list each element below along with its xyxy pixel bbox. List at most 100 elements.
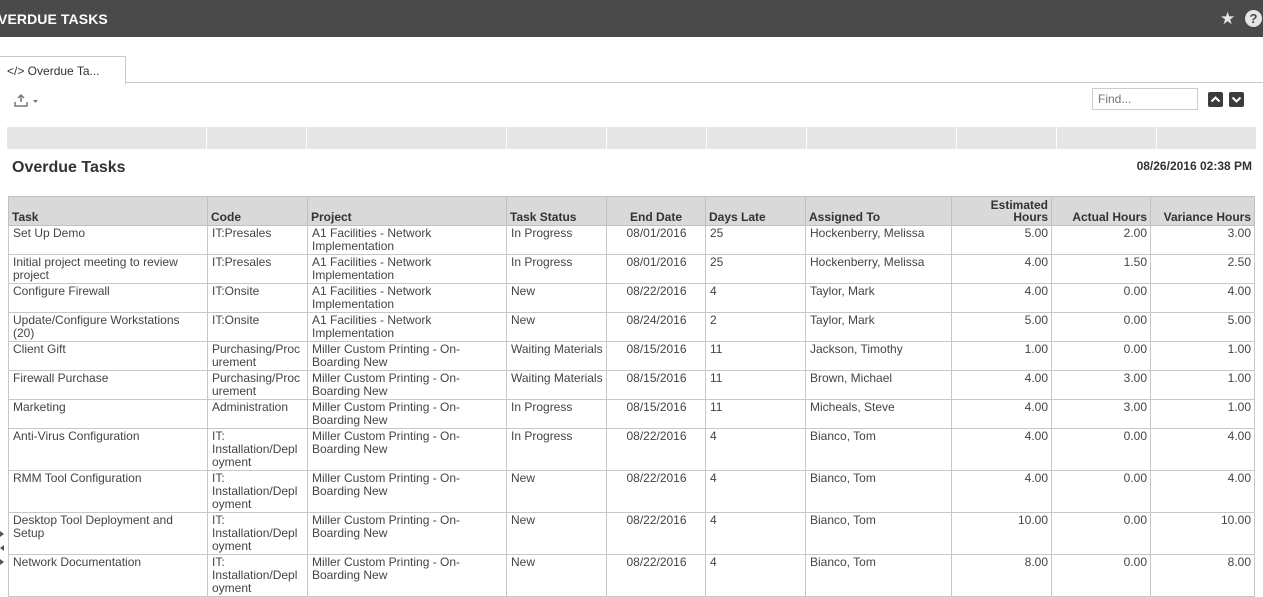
cell-task-status: New: [506, 554, 607, 597]
band-separator: [956, 127, 957, 149]
table-row[interactable]: Initial project meeting to review projec…: [8, 254, 1255, 284]
cell-code: Purchasing/Proc urement: [207, 370, 308, 400]
expand-right-icon[interactable]: [0, 531, 4, 537]
cell-variance-hours: 1.00: [1150, 370, 1255, 400]
cell-actual-hours: 0.00: [1051, 283, 1151, 313]
cell-task-status: In Progress: [506, 399, 607, 429]
cell-task-status: New: [506, 283, 607, 313]
band-separator: [1156, 127, 1157, 149]
cell-days-late: 4: [705, 283, 806, 313]
band-separator: [206, 127, 207, 149]
table-row[interactable]: Marketing Administration Miller Custom Pri…: [8, 399, 1255, 429]
cell-estimated-hours: 5.00: [951, 225, 1052, 255]
cell-variance-hours: 1.00: [1150, 341, 1255, 371]
column-header-actual-hours[interactable]: Actual Hours: [1051, 196, 1151, 226]
band-separator: [306, 127, 307, 149]
column-header-estimated-hours[interactable]: Estimated Hours: [951, 196, 1052, 226]
cell-task: Initial project meeting to review projec…: [8, 254, 208, 284]
collapse-left-icon[interactable]: [0, 545, 4, 551]
cell-estimated-hours: 5.00: [951, 312, 1052, 342]
expand-right-icon[interactable]: [0, 559, 4, 565]
cell-project: Miller Custom Printing - On-Boarding New: [307, 470, 507, 513]
cell-end-date: 08/15/2016: [606, 399, 706, 429]
table-row[interactable]: Update/Configure Workstations (20) IT:Ons…: [8, 312, 1255, 342]
export-menu-icon[interactable]: [13, 93, 39, 112]
cell-estimated-hours: 4.00: [951, 470, 1052, 513]
cell-task-status: Waiting Materials: [506, 370, 607, 400]
table-row[interactable]: Set Up Demo IT:Presales A1 Facilities - Ne…: [8, 225, 1255, 255]
cell-project: Miller Custom Printing - On-Boarding New: [307, 370, 507, 400]
cell-variance-hours: 8.00: [1150, 554, 1255, 597]
cell-days-late: 4: [705, 554, 806, 597]
export-icon: [14, 93, 38, 107]
find-next-button[interactable]: [1229, 92, 1244, 107]
column-header-assigned-to[interactable]: Assigned To: [805, 196, 952, 226]
cell-variance-hours: 3.00: [1150, 225, 1255, 255]
cell-actual-hours: 3.00: [1051, 370, 1151, 400]
cell-project: A1 Facilities - Network Implementation: [307, 283, 507, 313]
cell-end-date: 08/22/2016: [606, 554, 706, 597]
cell-estimated-hours: 8.00: [951, 554, 1052, 597]
cell-code: IT: Installation/Depl oyment: [207, 512, 308, 555]
cell-assigned-to: Bianco, Tom: [805, 554, 952, 597]
table-row[interactable]: Client Gift Purchasing/Proc urement Miller…: [8, 341, 1255, 371]
table-row[interactable]: Configure Firewall IT:Onsite A1 Facilities…: [8, 283, 1255, 313]
cell-code: IT:Onsite: [207, 312, 308, 342]
cell-estimated-hours: 4.00: [951, 399, 1052, 429]
cell-assigned-to: Hockenberry, Melissa: [805, 225, 952, 255]
cell-task: RMM Tool Configuration: [8, 470, 208, 513]
cell-days-late: 11: [705, 341, 806, 371]
column-header-task-status[interactable]: Task Status: [506, 196, 607, 226]
cell-assigned-to: Hockenberry, Melissa: [805, 254, 952, 284]
cell-project: Miller Custom Printing - On-Boarding New: [307, 554, 507, 597]
cell-end-date: 08/01/2016: [606, 225, 706, 255]
table-row[interactable]: Anti-Virus Configuration IT: Installation…: [8, 428, 1255, 471]
cell-assigned-to: Bianco, Tom: [805, 470, 952, 513]
table-row[interactable]: Desktop Tool Deployment and Setup IT: Ins…: [8, 512, 1255, 555]
cell-end-date: 08/22/2016: [606, 428, 706, 471]
cell-variance-hours: 4.00: [1150, 283, 1255, 313]
column-header-task[interactable]: Task: [8, 196, 208, 226]
find-previous-button[interactable]: [1208, 92, 1223, 107]
tab-overdue-tasks[interactable]: </> Overdue Ta...: [0, 56, 126, 85]
band-separator: [1056, 127, 1057, 149]
cell-code: IT: Installation/Depl oyment: [207, 554, 308, 597]
table-row[interactable]: RMM Tool Configuration IT: Installation/D…: [8, 470, 1255, 513]
favorite-star-icon[interactable]: ★: [1220, 9, 1235, 29]
find-input[interactable]: [1092, 88, 1198, 110]
table-body: Set Up Demo IT:Presales A1 Facilities - Ne…: [8, 225, 1255, 597]
report-timestamp: 08/26/2016 02:38 PM: [1136, 159, 1252, 173]
cell-code: IT:Presales: [207, 254, 308, 284]
cell-project: Miller Custom Printing - On-Boarding New: [307, 512, 507, 555]
cell-assigned-to: Bianco, Tom: [805, 428, 952, 471]
cell-task: Desktop Tool Deployment and Setup: [8, 512, 208, 555]
column-header-days-late[interactable]: Days Late: [705, 196, 806, 226]
chevron-up-icon: [1210, 96, 1221, 103]
cell-estimated-hours: 4.00: [951, 254, 1052, 284]
column-header-code[interactable]: Code: [207, 196, 308, 226]
cell-end-date: 08/15/2016: [606, 341, 706, 371]
cell-code: IT: Installation/Depl oyment: [207, 428, 308, 471]
table-row[interactable]: Firewall Purchase Purchasing/Proc urement…: [8, 370, 1255, 400]
help-icon[interactable]: ?: [1245, 10, 1262, 27]
cell-end-date: 08/22/2016: [606, 283, 706, 313]
cell-assigned-to: Taylor, Mark: [805, 312, 952, 342]
table-row[interactable]: Network Documentation IT: Installation/De…: [8, 554, 1255, 597]
cell-actual-hours: 0.00: [1051, 512, 1151, 555]
cell-actual-hours: 3.00: [1051, 399, 1151, 429]
cell-end-date: 08/01/2016: [606, 254, 706, 284]
cell-actual-hours: 0.00: [1051, 554, 1151, 597]
column-header-project[interactable]: Project: [307, 196, 507, 226]
cell-task-status: New: [506, 470, 607, 513]
cell-estimated-hours: 10.00: [951, 512, 1052, 555]
column-header-end-date[interactable]: End Date: [606, 196, 706, 226]
column-header-variance-hours[interactable]: Variance Hours: [1150, 196, 1255, 226]
chevron-down-icon: [1231, 96, 1242, 103]
cell-actual-hours: 1.50: [1051, 254, 1151, 284]
tab-label: </> Overdue Ta...: [7, 64, 100, 78]
cell-task: Anti-Virus Configuration: [8, 428, 208, 471]
table-header-row: Task Code Project Task Status End Date D…: [8, 196, 1255, 226]
cell-days-late: 4: [705, 428, 806, 471]
cell-assigned-to: Taylor, Mark: [805, 283, 952, 313]
cell-days-late: 11: [705, 370, 806, 400]
